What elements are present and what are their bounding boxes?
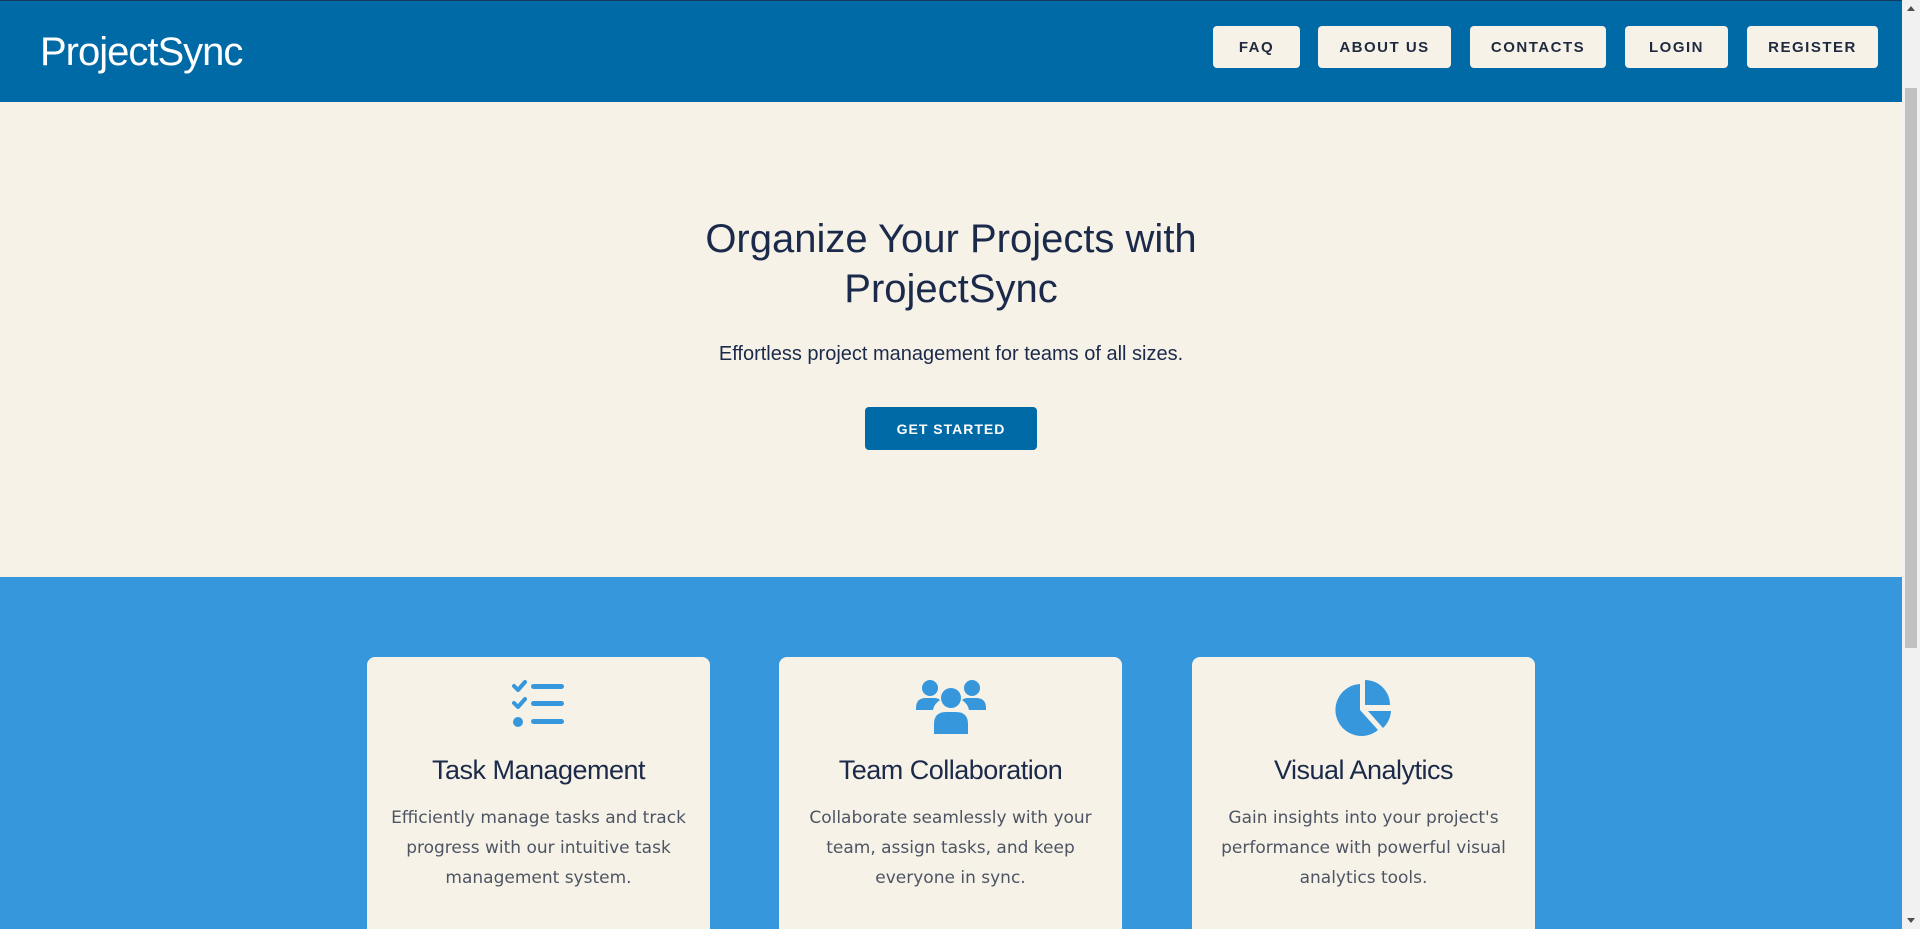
- task-list-icon: [367, 678, 710, 734]
- hero-section: Organize Your Projects with ProjectSync …: [0, 102, 1902, 577]
- site-header: ProjectSync FAQ ABOUT US CONTACTS LOGIN …: [0, 1, 1902, 102]
- nav-contacts-button[interactable]: CONTACTS: [1470, 26, 1606, 68]
- users-group-icon: [779, 678, 1122, 734]
- nav-login-button[interactable]: LOGIN: [1625, 26, 1728, 68]
- get-started-button[interactable]: GET STARTED: [865, 407, 1037, 450]
- scrollbar-thumb[interactable]: [1905, 88, 1917, 648]
- feature-description: Gain insights into your project's perfor…: [1221, 808, 1506, 888]
- feature-card-visual-analytics: Visual Analytics Gain insights into your…: [1192, 657, 1535, 929]
- brand-logo[interactable]: ProjectSync: [40, 26, 243, 78]
- pie-chart-icon: [1192, 678, 1535, 736]
- feature-description: Collaborate seamlessly with your team, a…: [809, 808, 1092, 888]
- feature-card-team-collaboration: Team Collaboration Collaborate seamlessl…: [779, 657, 1122, 929]
- feature-title: Visual Analytics: [1273, 755, 1454, 785]
- vertical-scrollbar[interactable]: [1902, 0, 1920, 929]
- feature-title: Team Collaboration: [838, 755, 1063, 785]
- page: ProjectSync FAQ ABOUT US CONTACTS LOGIN …: [0, 0, 1920, 929]
- feature-title: Task Management: [431, 755, 646, 785]
- scroll-down-arrow-icon[interactable]: [1902, 912, 1920, 929]
- nav-register-button[interactable]: REGISTER: [1747, 26, 1878, 68]
- hero-subtitle: Effortless project management for teams …: [718, 343, 1184, 365]
- scroll-up-arrow-icon[interactable]: [1902, 0, 1920, 17]
- nav-faq-button[interactable]: FAQ: [1213, 26, 1300, 68]
- feature-card-task-management: Task Management Efficiently manage tasks…: [367, 657, 710, 929]
- hero-title: Organize Your Projects with ProjectSync: [705, 217, 1197, 311]
- nav-about-us-button[interactable]: ABOUT US: [1318, 26, 1451, 68]
- feature-description: Efficiently manage tasks and track progr…: [391, 808, 686, 888]
- features-section: Task Management Efficiently manage tasks…: [0, 577, 1902, 929]
